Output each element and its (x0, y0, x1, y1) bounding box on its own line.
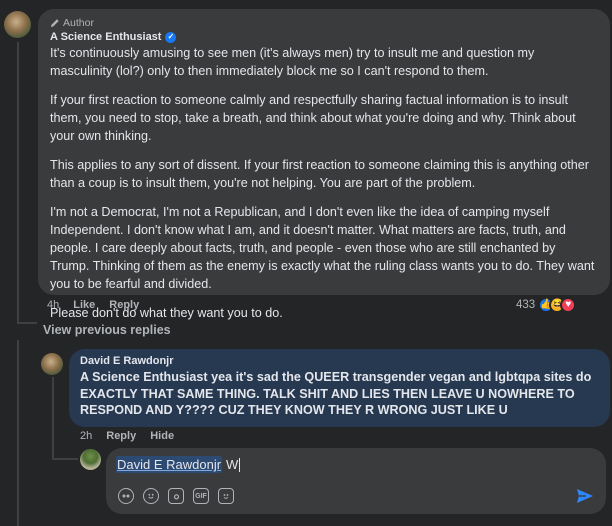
reaction-summary[interactable]: 433 👍 😆 ♥ (516, 297, 577, 313)
reply-composer[interactable]: David E Rawdonjr W GIF (106, 448, 606, 514)
comment-paragraph: I'm not a Democrat, I'm not a Republican… (50, 205, 595, 291)
composer-input[interactable]: David E Rawdonjr W (116, 456, 241, 473)
reply-reply-button[interactable]: Reply (106, 430, 136, 442)
thread-line-sub (52, 377, 54, 459)
reply-author-name[interactable]: David E Rawdonjr (80, 355, 599, 367)
thread-line-reply (17, 340, 19, 526)
text-caret (239, 457, 241, 472)
love-reaction-icon: ♥ (560, 297, 577, 313)
current-user-avatar[interactable] (80, 449, 101, 470)
author-badge: Author (50, 16, 598, 30)
reaction-count[interactable]: 433 (516, 299, 535, 311)
comment-author-name[interactable]: A Science Enthusiast (50, 31, 161, 43)
thread-line-curve (17, 322, 37, 324)
author-badge-label: Author (63, 17, 94, 29)
comment-timestamp[interactable]: 4h (47, 299, 59, 311)
reply-author-avatar[interactable] (41, 353, 63, 375)
reply-text: A Science Enthusiast yea it's sad the QU… (80, 369, 599, 419)
thread-line-main (17, 42, 19, 322)
sticker-icon[interactable] (218, 488, 234, 504)
view-previous-replies-link[interactable]: View previous replies (43, 323, 171, 337)
main-comment-bubble: Author A Science Enthusiast ✓ It's conti… (38, 9, 610, 320)
reply-comment-bubble: David E Rawdonjr A Science Enthusiast ye… (69, 349, 610, 427)
send-icon[interactable] (576, 488, 594, 504)
comment-paragraph: This applies to any sort of dissent. If … (50, 158, 589, 190)
composer-toolbar: GIF (118, 488, 234, 504)
reply-button[interactable]: Reply (109, 299, 139, 311)
comment-paragraph: If your first reaction to someone calmly… (50, 93, 576, 143)
comment-paragraph: It's continuously amusing to see men (it… (50, 46, 535, 78)
reaction-icons: 👍 😆 ♥ (538, 297, 577, 313)
composer-mention-tag[interactable]: David E Rawdonjr (116, 456, 223, 473)
gif-icon[interactable]: GIF (193, 488, 209, 504)
hide-button[interactable]: Hide (150, 430, 174, 442)
thread-line-sub-curve (52, 458, 78, 460)
reply-actions: 2h Reply Hide (80, 430, 174, 442)
like-button[interactable]: Like (73, 299, 95, 311)
main-comment-actions: 4h Like Reply (47, 299, 139, 311)
emoji-icon[interactable] (143, 488, 159, 504)
reply-mention-link[interactable]: A Science Enthusiast (80, 370, 208, 384)
avatar-sticker-icon[interactable] (118, 488, 134, 504)
camera-icon[interactable] (168, 488, 184, 504)
composer-typed-text: W (226, 457, 239, 472)
verified-badge-icon: ✓ (165, 31, 177, 43)
author-avatar[interactable] (4, 11, 31, 38)
reply-timestamp[interactable]: 2h (80, 430, 92, 442)
pencil-icon (51, 19, 59, 27)
comment-author[interactable]: A Science Enthusiast ✓ (50, 31, 598, 43)
